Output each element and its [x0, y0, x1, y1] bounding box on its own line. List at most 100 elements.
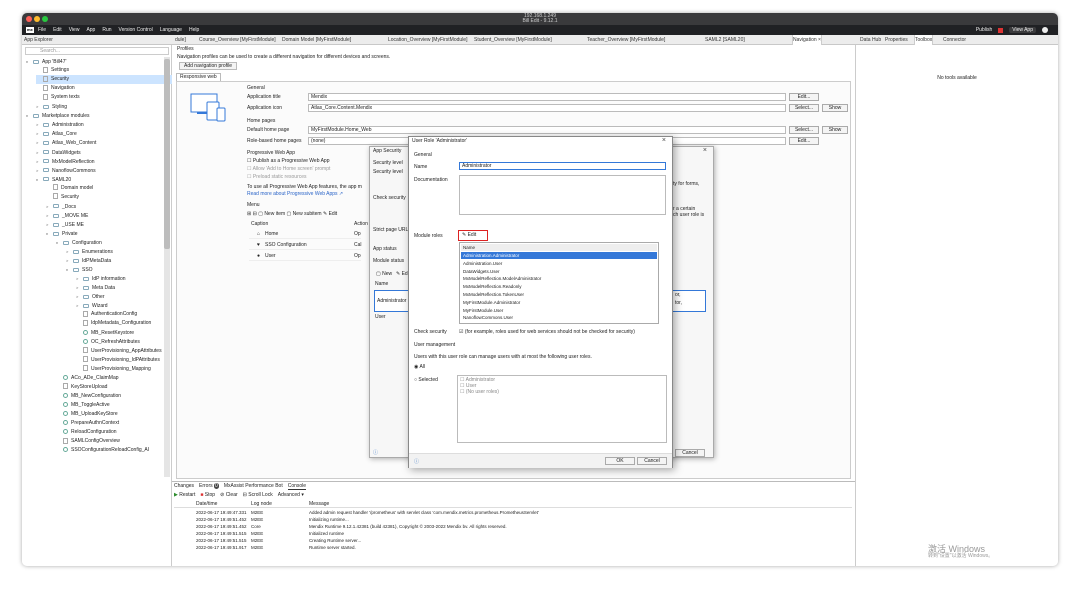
module-role-item[interactable]: MxModelReflection.Readonly	[461, 283, 657, 290]
menu-item-version-control[interactable]: Version Control	[119, 27, 153, 33]
tree-item[interactable]: v SSO	[66, 265, 93, 274]
restart-button[interactable]: ▶ Restart	[174, 492, 195, 498]
tree-item[interactable]: Security	[46, 193, 79, 202]
menu-row[interactable]: ♥ SSO Configuration Cal	[249, 240, 362, 250]
tree-item[interactable]: PrepareAuthnContext	[56, 419, 119, 428]
tree-item[interactable]: UserProvisioning_IdPAttributes	[76, 356, 160, 365]
doc-tab-11[interactable]: Connector	[943, 35, 966, 45]
chevron-right-icon[interactable]: >	[76, 292, 83, 301]
tree-item[interactable]: v App 'Bill47'	[26, 57, 66, 66]
tree-item[interactable]: Domain model	[46, 184, 93, 193]
doc-tab-7[interactable]: Navigation ×	[792, 35, 822, 45]
pwa-add-home-checkbox[interactable]: ☐ Allow 'Add to Home screen' prompt	[247, 166, 330, 172]
module-role-item[interactable]: MxModelReflection.TokenUser	[461, 291, 657, 298]
edit-menu-button[interactable]: ✎ Edit	[323, 211, 337, 217]
stop-icon[interactable]	[998, 27, 1004, 33]
tree-item[interactable]: > Meta Data	[76, 283, 115, 292]
explorer-search-input[interactable]: Search...	[25, 47, 169, 55]
doc-tab-2[interactable]: Domain Model [MyFirstModule]	[282, 35, 351, 45]
tree-item[interactable]: MB_UploadKeyStore	[56, 410, 118, 419]
doc-tab-6[interactable]: SAML2 [SAML20]	[705, 35, 745, 45]
tree-item[interactable]: > _MOVE ME	[46, 211, 88, 220]
tree-item[interactable]: v Private	[46, 229, 78, 238]
tree-item[interactable]: UserProvisioning_AppAttributes	[76, 347, 162, 356]
doc-tab-9[interactable]: Properties	[885, 35, 908, 45]
chevron-down-icon[interactable]: v	[26, 57, 33, 66]
chevron-right-icon[interactable]: >	[36, 148, 43, 157]
tab-changes[interactable]: Changes	[174, 483, 194, 490]
tree-item[interactable]: v SAML20	[36, 175, 71, 184]
collapse-all-icon[interactable]: ⊟	[253, 211, 257, 217]
chevron-down-icon[interactable]: v	[46, 229, 53, 238]
tree-item[interactable]: v Marketplace modules	[26, 111, 90, 120]
chevron-right-icon[interactable]: >	[76, 283, 83, 292]
app-icon-input[interactable]: Atlas_Core.Content.Mendix	[308, 104, 786, 112]
expand-all-icon[interactable]: ⊞	[247, 211, 251, 217]
tab-errors[interactable]: Errors 0	[199, 483, 219, 490]
chevron-down-icon[interactable]: v	[56, 238, 63, 247]
tree-item[interactable]: Security	[36, 75, 176, 85]
chevron-right-icon[interactable]: >	[46, 202, 53, 211]
tree-item[interactable]: MB_NewConfiguration	[56, 392, 121, 401]
security-user-row[interactable]: User	[375, 314, 386, 320]
chevron-down-icon[interactable]: v	[26, 111, 33, 120]
ok-button[interactable]: OK	[605, 457, 635, 465]
user-avatar[interactable]	[1042, 27, 1048, 33]
app-icon-select-button[interactable]: Select...	[789, 104, 819, 112]
pwa-read-more-link[interactable]: Read more about Progressive Web Apps ↗	[247, 191, 343, 197]
explorer-scrollbar[interactable]	[164, 57, 170, 477]
tree-item[interactable]: > Atlas_Web_Content	[36, 138, 96, 147]
app-icon-show-button[interactable]: Show	[822, 104, 848, 112]
chevron-right-icon[interactable]: >	[66, 247, 73, 256]
chevron-right-icon[interactable]: >	[36, 120, 43, 129]
doc-tab-0[interactable]: dule]	[175, 35, 186, 45]
doc-tab-8[interactable]: Data Hub	[860, 35, 881, 45]
tree-item[interactable]: > IdP information	[76, 274, 126, 283]
menu-item-view[interactable]: View	[69, 27, 80, 33]
module-role-item[interactable]: MyFirstModule.Administrator	[461, 299, 657, 306]
close-tab-icon[interactable]: ×	[818, 37, 821, 43]
tree-item[interactable]: UserProvisioning_Mapping	[76, 365, 151, 374]
module-role-item[interactable]: Administration.Administrator	[461, 252, 657, 259]
tree-item[interactable]: > Other	[76, 292, 105, 301]
scroll-lock-button[interactable]: ⊟ Scroll Lock	[243, 492, 273, 498]
default-home-select-button[interactable]: Select...	[789, 126, 819, 134]
tree-item[interactable]: > DataWidgets	[36, 148, 81, 157]
menu-row[interactable]: ⌂ Home Op	[249, 229, 361, 239]
radio-all[interactable]: ◉ All	[414, 364, 425, 370]
tree-item[interactable]: MB_ToggleActive	[56, 401, 110, 410]
doc-tab-1[interactable]: Course_Overview [MyFirstModule]	[199, 35, 276, 45]
option-no-roles[interactable]: ☐ (No user roles)	[460, 389, 666, 395]
tree-item[interactable]: KeyStoreUpload	[56, 383, 107, 392]
chevron-right-icon[interactable]: >	[66, 256, 73, 265]
tree-item[interactable]: > Styling	[36, 102, 67, 111]
doc-tab-5[interactable]: Teacher_Overview [MyFirstModule]	[587, 35, 665, 45]
advanced-dropdown[interactable]: Advanced ▾	[278, 492, 304, 498]
tab-mxassist[interactable]: MxAssist Performance Bot	[224, 483, 283, 490]
app-title-input[interactable]: Mendix	[308, 93, 786, 101]
view-app-button[interactable]: View App	[1009, 27, 1036, 33]
tab-console[interactable]: Console	[287, 483, 307, 490]
role-name-input[interactable]: Administrator	[459, 162, 666, 170]
module-role-item[interactable]: NanoflowCommons.User	[461, 314, 657, 321]
app-title-edit-button[interactable]: Edit...	[789, 93, 819, 101]
tree-item[interactable]: > Administration	[36, 120, 84, 129]
explorer-scroll-thumb[interactable]	[164, 59, 170, 249]
tree-item[interactable]: v Configuration	[56, 238, 102, 247]
chevron-right-icon[interactable]: >	[76, 301, 83, 310]
doc-tab-3[interactable]: Location_Overview [MyFirstModule]	[388, 35, 467, 45]
module-role-item[interactable]: Administration.User	[461, 260, 657, 267]
publish-label[interactable]: Publish	[976, 27, 992, 33]
radio-selected[interactable]: ○ Selected	[414, 377, 438, 383]
security-admin-row[interactable]: Administrator	[374, 290, 409, 312]
menu-item-app[interactable]: App	[86, 27, 95, 33]
user-role-help-icon[interactable]: ⓘ	[414, 458, 419, 465]
new-subitem-button[interactable]: ▢ New subitem	[287, 211, 322, 217]
chevron-right-icon[interactable]: >	[36, 138, 43, 147]
chevron-right-icon[interactable]: >	[36, 129, 43, 138]
module-role-item[interactable]: DataWidgets.User	[461, 268, 657, 275]
tree-item[interactable]: System texts	[36, 93, 80, 102]
chevron-right-icon[interactable]: >	[46, 211, 53, 220]
user-role-close-icon[interactable]: ×	[662, 137, 666, 144]
tree-item[interactable]: > IdPMetaData	[66, 256, 111, 265]
